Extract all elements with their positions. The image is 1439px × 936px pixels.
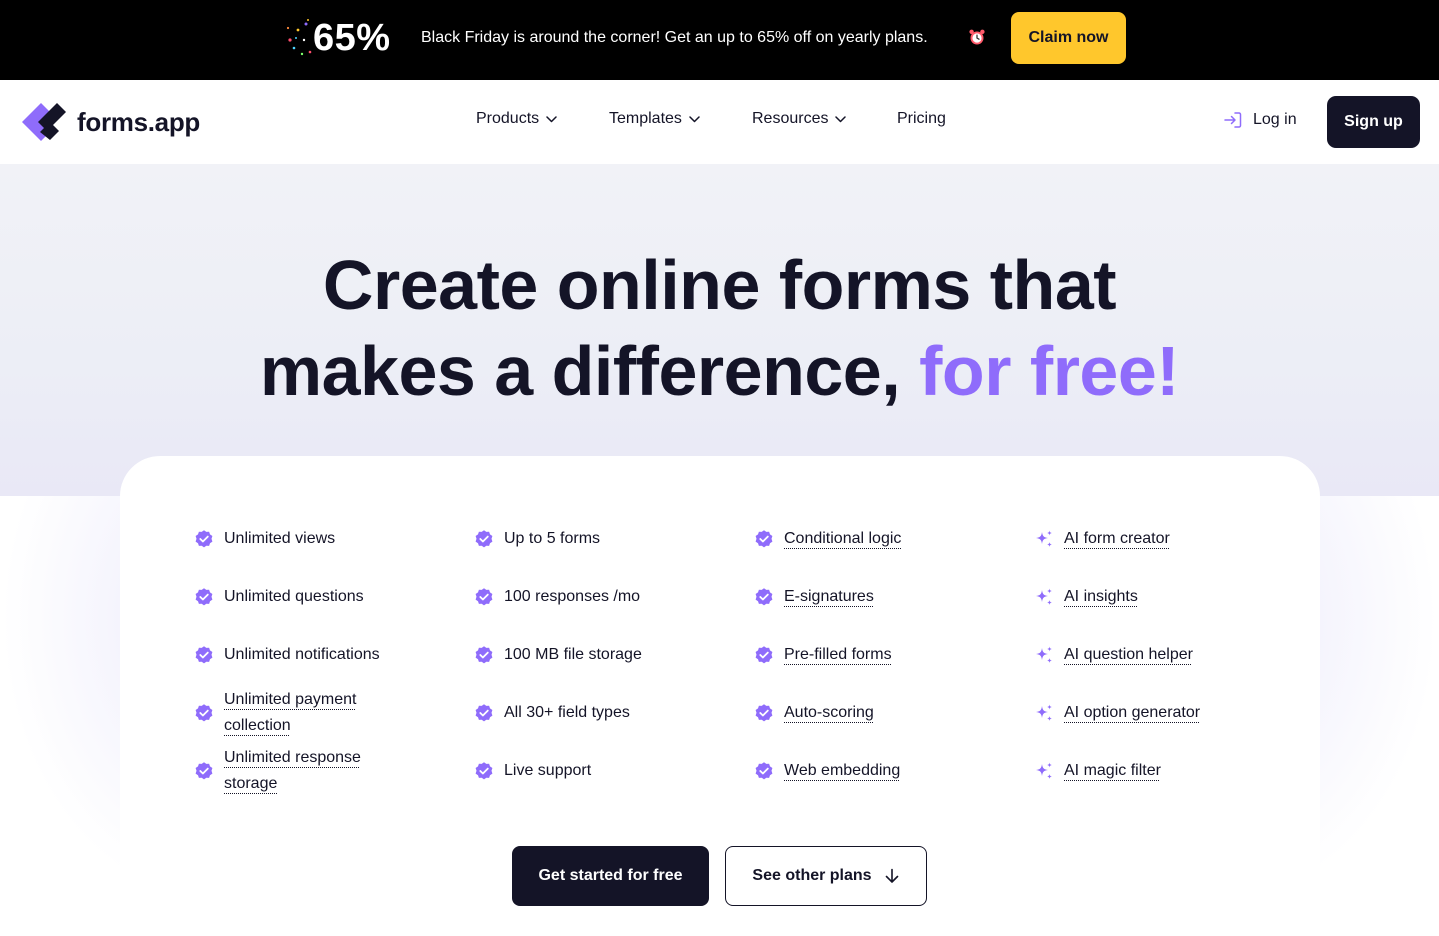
feature-item[interactable]: E-signatures <box>754 571 874 623</box>
feature-label[interactable]: Web embedding <box>784 758 900 784</box>
feature-item[interactable]: AI option generator <box>1034 687 1200 739</box>
feature-item[interactable]: Conditional logic <box>754 513 901 565</box>
nav-resources-label: Resources <box>752 110 829 127</box>
feature-item: All 30+ field types <box>474 687 630 739</box>
feature-label: Unlimited views <box>224 530 336 547</box>
hero-title-line2: makes a difference, <box>259 332 901 410</box>
ai-sparkle-icon <box>1034 761 1054 781</box>
verified-check-icon <box>474 703 494 723</box>
feature-item: 100 MB file storage <box>474 629 642 681</box>
feature-label[interactable]: Conditional logic <box>784 526 901 552</box>
verified-check-icon <box>754 761 774 781</box>
feature-item[interactable]: AI question helper <box>1034 629 1193 681</box>
feature-label[interactable]: AI form creator <box>1064 526 1170 552</box>
feature-item[interactable]: Auto-scoring <box>754 687 874 739</box>
hero-title: Create online forms that makes a differe… <box>0 242 1439 414</box>
verified-check-icon <box>754 703 774 723</box>
promo-percent: 65% <box>313 17 391 59</box>
feature-label: Up to 5 forms <box>504 530 601 547</box>
get-started-button[interactable]: Get started for free <box>512 846 709 906</box>
feature-item: Live support <box>474 745 591 797</box>
login-arrow-icon <box>1224 112 1242 128</box>
verified-check-icon <box>194 645 214 665</box>
nav-templates-label: Templates <box>609 110 682 127</box>
site-header: forms.app Products Templates Resources P… <box>0 80 1439 164</box>
sign-up-button[interactable]: Sign up <box>1327 96 1420 148</box>
verified-check-icon <box>754 529 774 549</box>
feature-label[interactable]: Unlimited payment collection <box>224 687 394 739</box>
feature-label: Unlimited notifications <box>224 646 380 663</box>
feature-label[interactable]: AI question helper <box>1064 642 1193 668</box>
feature-item: Unlimited notifications <box>194 629 394 681</box>
logo[interactable]: forms.app <box>20 100 200 144</box>
chevron-down-icon <box>835 115 847 122</box>
feature-label[interactable]: AI insights <box>1064 584 1138 610</box>
verified-check-icon <box>754 587 774 607</box>
feature-item: Unlimited views <box>194 513 394 565</box>
feature-item[interactable]: AI insights <box>1034 571 1138 623</box>
alarm-clock-icon <box>969 29 985 45</box>
feature-label: 100 MB file storage <box>504 646 642 663</box>
feature-label: Unlimited questions <box>224 588 364 605</box>
ai-sparkle-icon <box>1034 529 1054 549</box>
nav-resources[interactable]: Resources <box>752 110 847 128</box>
ai-sparkle-icon <box>1034 645 1054 665</box>
login-label: Log in <box>1253 111 1297 128</box>
logo-text: forms.app <box>77 106 200 137</box>
claim-now-button[interactable]: Claim now <box>1011 12 1126 64</box>
ai-sparkle-icon <box>1034 587 1054 607</box>
arrow-down-icon <box>885 868 898 883</box>
feature-label[interactable]: AI option generator <box>1064 700 1200 726</box>
feature-item[interactable]: AI form creator <box>1034 513 1170 565</box>
feature-item[interactable]: Unlimited response storage <box>194 745 394 797</box>
verified-check-icon <box>194 761 214 781</box>
verified-check-icon <box>474 761 494 781</box>
feature-item: Unlimited questions <box>194 571 394 623</box>
ai-sparkle-icon <box>1034 703 1054 723</box>
feature-label[interactable]: Auto-scoring <box>784 700 874 726</box>
feature-item[interactable]: Pre-filled forms <box>754 629 892 681</box>
chevron-down-icon <box>689 115 700 122</box>
nav-pricing[interactable]: Pricing <box>897 110 946 128</box>
verified-check-icon <box>194 703 214 723</box>
promo-message: Black Friday is around the corner! Get a… <box>421 29 928 46</box>
verified-check-icon <box>474 587 494 607</box>
feature-label[interactable]: AI magic filter <box>1064 758 1161 784</box>
verified-check-icon <box>194 587 214 607</box>
verified-check-icon <box>194 529 214 549</box>
nav-products-label: Products <box>476 110 540 127</box>
feature-item: Up to 5 forms <box>474 513 600 565</box>
hero-title-accent: for free! <box>919 332 1180 410</box>
hero-title-line1: Create online forms that <box>322 246 1117 324</box>
hero-section: Create online forms that makes a differe… <box>0 164 1439 496</box>
see-other-plans-label: See other plans <box>752 867 872 884</box>
nav-products[interactable]: Products <box>476 110 557 128</box>
forms-app-logo-icon <box>22 103 66 141</box>
promo-banner: 65% Black Friday is around the corner! G… <box>0 0 1439 80</box>
nav-pricing-label: Pricing <box>897 110 946 127</box>
chevron-down-icon <box>546 115 557 122</box>
feature-label[interactable]: Pre-filled forms <box>784 642 892 668</box>
verified-check-icon <box>754 645 774 665</box>
feature-item[interactable]: AI magic filter <box>1034 745 1161 797</box>
features-card: Unlimited views Unlimited questions Unlimi… <box>120 456 1320 936</box>
feature-label: Live support <box>504 762 592 779</box>
feature-label[interactable]: Unlimited response storage <box>224 745 394 797</box>
feature-label: All 30+ field types <box>504 704 630 721</box>
nav-templates[interactable]: Templates <box>609 110 700 128</box>
feature-item[interactable]: Web embedding <box>754 745 900 797</box>
feature-item[interactable]: Unlimited payment collection <box>194 687 394 739</box>
verified-check-icon <box>474 529 494 549</box>
feature-item: 100 responses /mo <box>474 571 640 623</box>
see-other-plans-button[interactable]: See other plans <box>725 846 927 906</box>
feature-label: 100 responses /mo <box>504 588 641 605</box>
feature-label[interactable]: E-signatures <box>784 584 874 610</box>
verified-check-icon <box>474 645 494 665</box>
login-link[interactable]: Log in <box>1223 110 1297 130</box>
